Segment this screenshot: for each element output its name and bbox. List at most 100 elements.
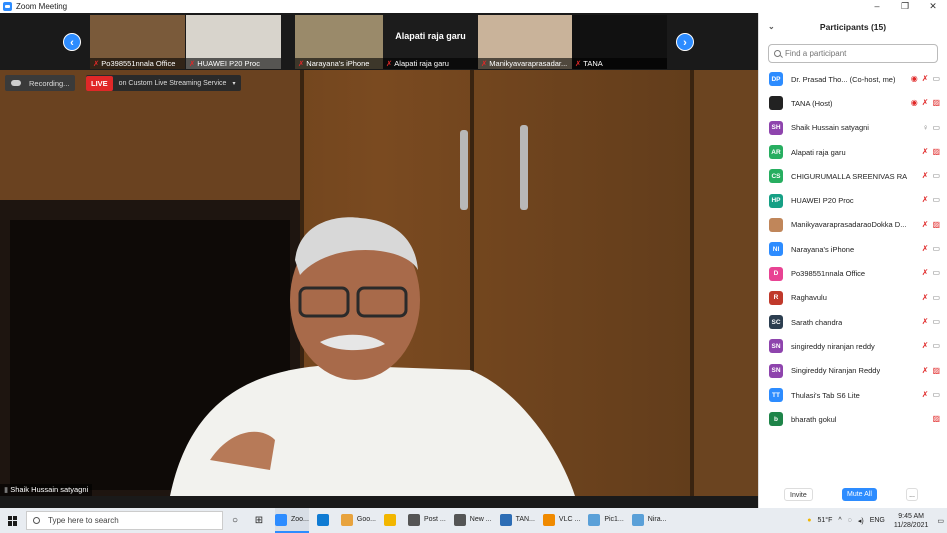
mic-off-icon: ✗	[921, 389, 929, 399]
participant-status-icons: ◉ ✗ ▨	[911, 91, 940, 115]
app-icon	[383, 513, 396, 526]
avatar: HP	[769, 193, 783, 208]
participant-row[interactable]: CS CHIGURUMALLA SREENIVAS RAO ✗ ▭	[759, 164, 947, 188]
close-button[interactable]: ✕	[919, 0, 947, 13]
live-stream-indicator[interactable]: LIVE on Custom Live Streaming Service ▾	[86, 75, 242, 91]
avatar	[769, 217, 783, 232]
taskbar-app[interactable]: TAN...	[499, 508, 535, 533]
participant-thumbnail[interactable]: ✗ TANA	[572, 15, 667, 69]
start-button[interactable]	[0, 515, 26, 526]
thumbnail-name: ✗ Narayana's iPhone	[295, 58, 390, 69]
participant-thumbnail[interactable]: ✗ Manikyavaraprasadar...	[478, 15, 573, 69]
mic-icon: ♀	[922, 122, 929, 132]
participant-status-icons: ▨	[932, 407, 940, 431]
participant-row[interactable]: ManikyavaraprasadaraoDokka D... ✗ ▨	[759, 213, 947, 237]
video-off-icon: ▨	[932, 146, 940, 156]
participant-row[interactable]: AR Alapati raja garu ✗ ▨	[759, 140, 947, 164]
maximize-button[interactable]: ❐	[891, 0, 919, 13]
live-badge: LIVE	[86, 75, 113, 91]
participant-row[interactable]: R Raghavulu ✗ ▭	[759, 286, 947, 310]
avatar: SH	[769, 120, 783, 135]
participant-row[interactable]: TT Thulasi's Tab S6 Lite ✗ ▭	[759, 383, 947, 407]
weather-temp[interactable]: 51°F	[817, 517, 832, 524]
avatar: AR	[769, 145, 783, 160]
participant-status-icons: ✗ ▨	[922, 359, 940, 383]
more-options-button[interactable]: ...	[906, 488, 918, 501]
taskbar-app[interactable]: Nira...	[631, 508, 666, 533]
participant-row[interactable]: D Po398551nnala Office ✗ ▭	[759, 261, 947, 285]
mic-off-icon: ✗	[189, 59, 196, 68]
video-off-icon: ▨	[932, 365, 940, 375]
video-icon: ▭	[932, 316, 940, 326]
participant-thumbnail[interactable]: ✗ HUAWEI P20 Proc	[186, 15, 281, 69]
app-icon	[542, 513, 555, 526]
next-page-button[interactable]: ›	[676, 33, 694, 51]
notifications-icon[interactable]: ▭	[937, 517, 944, 525]
taskbar-search[interactable]: Type here to search	[26, 511, 223, 530]
participant-name: bharath gokul	[791, 414, 837, 424]
tray-overflow-icon[interactable]: ^	[838, 517, 841, 524]
invite-button[interactable]: Invite	[784, 488, 813, 501]
taskbar-app[interactable]: Goo...	[340, 508, 376, 533]
clock[interactable]: 9:45 AM 11/28/2021	[894, 512, 929, 530]
collapse-panel-icon[interactable]: ⌄	[768, 22, 775, 31]
avatar: b	[769, 412, 783, 427]
participant-search[interactable]	[768, 44, 938, 63]
mic-off-icon: ✗	[921, 292, 929, 302]
mute-all-button[interactable]: Mute All	[842, 488, 877, 501]
participant-row[interactable]: HP HUAWEI P20 Proc ✗ ▭	[759, 188, 947, 212]
taskbar-app[interactable]: New ...	[453, 508, 492, 533]
taskbar-app-label: Post ...	[423, 516, 446, 523]
participant-status-icons: ◉ ✗ ▭	[911, 67, 940, 91]
volume-icon[interactable]: ◂)	[858, 517, 864, 525]
minimize-button[interactable]: –	[863, 0, 891, 13]
prev-page-button[interactable]: ‹	[63, 33, 81, 51]
thumbnail-name: ✗ HUAWEI P20 Proc	[186, 58, 281, 69]
avatar: CS	[769, 169, 783, 184]
zoom-logo-icon	[3, 2, 12, 11]
speaker-video-image	[0, 70, 758, 496]
network-icon[interactable]: ◌	[848, 517, 852, 524]
participant-row[interactable]: TANA (Host) ◉ ✗ ▨	[759, 91, 947, 115]
taskbar-app[interactable]: Post ...	[407, 508, 446, 533]
active-speaker-video	[0, 70, 758, 496]
participant-row[interactable]: SC Sarath chandra ✗ ▭	[759, 310, 947, 334]
taskbar-app[interactable]: Zoo...	[275, 508, 309, 533]
taskbar-apps: Zoo... Goo... Post ... New ... TAN... VLC ...…	[271, 508, 670, 533]
mic-off-icon: ✗	[921, 98, 929, 108]
taskbar-app[interactable]	[316, 508, 333, 533]
taskbar-app[interactable]: Pic1...	[588, 508, 624, 533]
avatar: SN	[769, 339, 783, 354]
participant-row[interactable]: DP Dr. Prasad Tho... (Co-host, me) ◉ ✗ ▭	[759, 67, 947, 91]
participant-status-icons: ✗ ▭	[922, 310, 940, 334]
recording-indicator[interactable]: Recording...	[5, 75, 76, 91]
share-icon: ◉	[910, 74, 918, 83]
participant-thumbnail[interactable]: ✗ Narayana's iPhone	[295, 15, 390, 69]
participant-row[interactable]: SN singireddy niranjan reddy ✗ ▭	[759, 334, 947, 358]
app-icon	[340, 513, 353, 526]
participant-row[interactable]: NI Narayana's iPhone ✗ ▭	[759, 237, 947, 261]
participant-status-icons: ✗ ▭	[922, 188, 940, 212]
participant-row[interactable]: SN Singireddy Niranjan Reddy ✗ ▨	[759, 359, 947, 383]
participant-thumbnail[interactable]: Alapati raja garu ✗ Alapati raja garu	[383, 15, 478, 69]
participant-row[interactable]: SH Shaik Hussain satyagni ♀ ▭	[759, 116, 947, 140]
cortana-icon[interactable]: ○	[228, 514, 242, 528]
thumbnail-name-label: Narayana's iPhone	[306, 59, 370, 68]
participant-name: Raghavulu	[791, 293, 827, 303]
taskbar-app[interactable]: VLC ...	[542, 508, 580, 533]
title-bar: Zoom Meeting – ❐ ✕	[0, 0, 947, 13]
participant-row[interactable]: b bharath gokul ▨	[759, 407, 947, 431]
participant-thumbnail[interactable]: ✗ Po398551nnala Office	[90, 15, 185, 69]
taskbar-app[interactable]	[383, 508, 400, 533]
thumbnail-name-label: Alapati raja garu	[394, 59, 449, 68]
mic-off-icon: ✗	[921, 219, 929, 229]
language-indicator[interactable]: ENG	[870, 517, 885, 524]
participant-search-input[interactable]	[785, 49, 935, 58]
app-icon	[407, 513, 420, 526]
participant-name: Narayana's iPhone	[791, 244, 855, 254]
taskbar-app-label: TAN...	[515, 516, 535, 523]
live-stream-label: on Custom Live Streaming Service	[118, 79, 227, 87]
mic-off-icon: ✗	[386, 59, 393, 68]
taskbar-app-label: Goo...	[356, 516, 376, 523]
task-view-icon[interactable]: ⊞	[252, 514, 266, 528]
